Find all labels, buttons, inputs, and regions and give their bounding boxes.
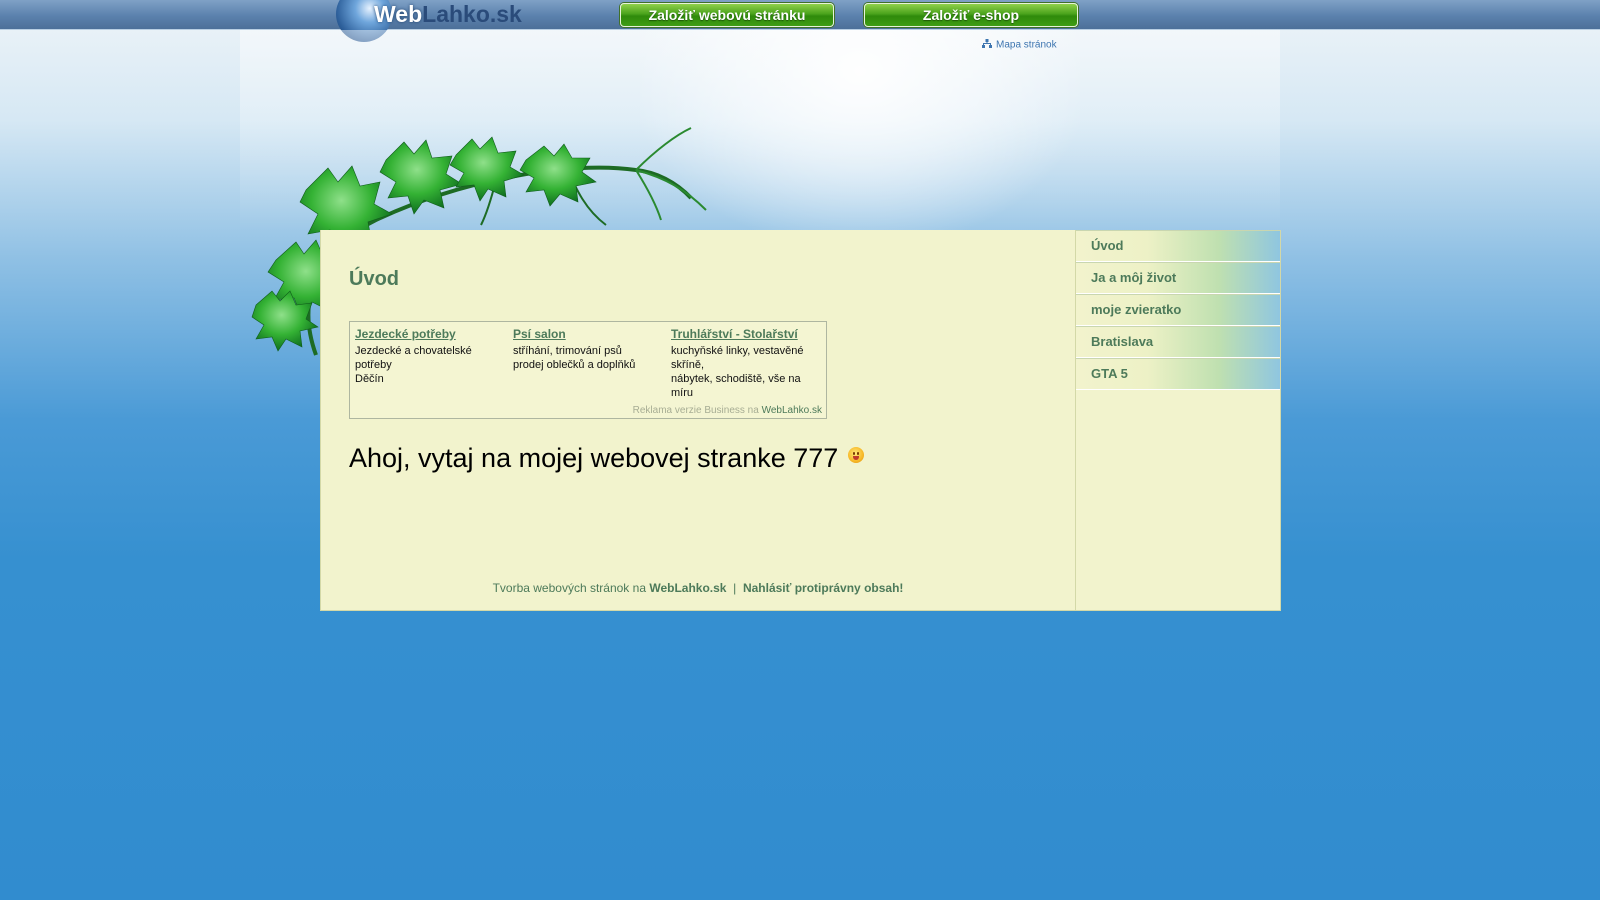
footer-text: Tvorba webových stránok na <box>492 581 646 595</box>
ad-text: nábytek, schodiště, vše na míru <box>671 373 801 399</box>
ad-title-link[interactable]: Psí salon <box>513 327 663 341</box>
weblahko-logo[interactable]: WebLahko.sk <box>336 0 556 42</box>
greeting-heading: Ahoj, vytaj na mojej webovej stranke 777 <box>349 443 865 474</box>
footer: Tvorba webových stránok na WebLahko.sk |… <box>321 581 1075 595</box>
smiley-tongue-icon <box>848 447 865 463</box>
ads-footer-link[interactable]: WebLahko.sk <box>762 405 822 416</box>
ad-text: kuchyňské linky, vestavěné skříně, <box>671 345 804 371</box>
top-bar: WebLahko.sk Založiť webovú stránku Založ… <box>0 0 1600 42</box>
sitemap-link[interactable]: Mapa stránok <box>982 39 1057 51</box>
create-eshop-button[interactable]: Založiť e-shop <box>864 3 1078 27</box>
ad-text: stříhání, trimování psů <box>513 345 622 357</box>
logo-text-lahko: Lahko.sk <box>422 1 522 27</box>
logo-text-web: Web <box>374 1 423 27</box>
logo-text: WebLahko.sk <box>374 0 522 29</box>
sitemap-icon <box>982 39 992 51</box>
ad-item: Truhlářství - Stolařství kuchyňské linky… <box>671 327 821 400</box>
sidebar-nav: Úvod Ja a môj život moje zvieratko Brati… <box>1075 230 1281 611</box>
sidebar-item-moje-zvieratko[interactable]: moje zvieratko <box>1076 294 1280 326</box>
ads-box: Jezdecké potřeby Jezdecké a chovatelské … <box>349 321 827 419</box>
ads-footer: Reklama verzie Business na WebLahko.sk <box>633 405 822 416</box>
ad-item: Psí salon stříhání, trimování psů prodej… <box>513 327 663 372</box>
ad-text: Děčín <box>355 373 384 385</box>
ad-title-link[interactable]: Jezdecké potřeby <box>355 327 505 341</box>
footer-weblahko-link[interactable]: WebLahko.sk <box>649 581 726 595</box>
sitemap-label: Mapa stránok <box>996 39 1057 51</box>
sidebar-item-ja-a-moj-zivot[interactable]: Ja a môj život <box>1076 262 1280 294</box>
ad-text: prodej oblečků a doplňků <box>513 359 636 371</box>
page-title: Úvod <box>349 268 399 290</box>
sidebar-item-gta-5[interactable]: GTA 5 <box>1076 358 1280 390</box>
sidebar-item-uvod[interactable]: Úvod <box>1076 230 1280 262</box>
sidebar-item-bratislava[interactable]: Bratislava <box>1076 326 1280 358</box>
footer-separator: | <box>733 581 737 595</box>
ad-title-link[interactable]: Truhlářství - Stolařství <box>671 327 821 341</box>
ad-item: Jezdecké potřeby Jezdecké a chovatelské … <box>355 327 505 386</box>
ads-footer-text: Reklama verzie Business na <box>632 405 759 416</box>
ad-text: Jezdecké a chovatelské potřeby <box>355 345 472 371</box>
greeting-text: Ahoj, vytaj na mojej webovej stranke 777 <box>349 443 839 473</box>
report-content-link[interactable]: Nahlásiť protiprávny obsah! <box>743 581 903 595</box>
main-content: Úvod Jezdecké potřeby Jezdecké a chovate… <box>320 230 1075 611</box>
create-website-button[interactable]: Založiť webovú stránku <box>620 3 834 27</box>
